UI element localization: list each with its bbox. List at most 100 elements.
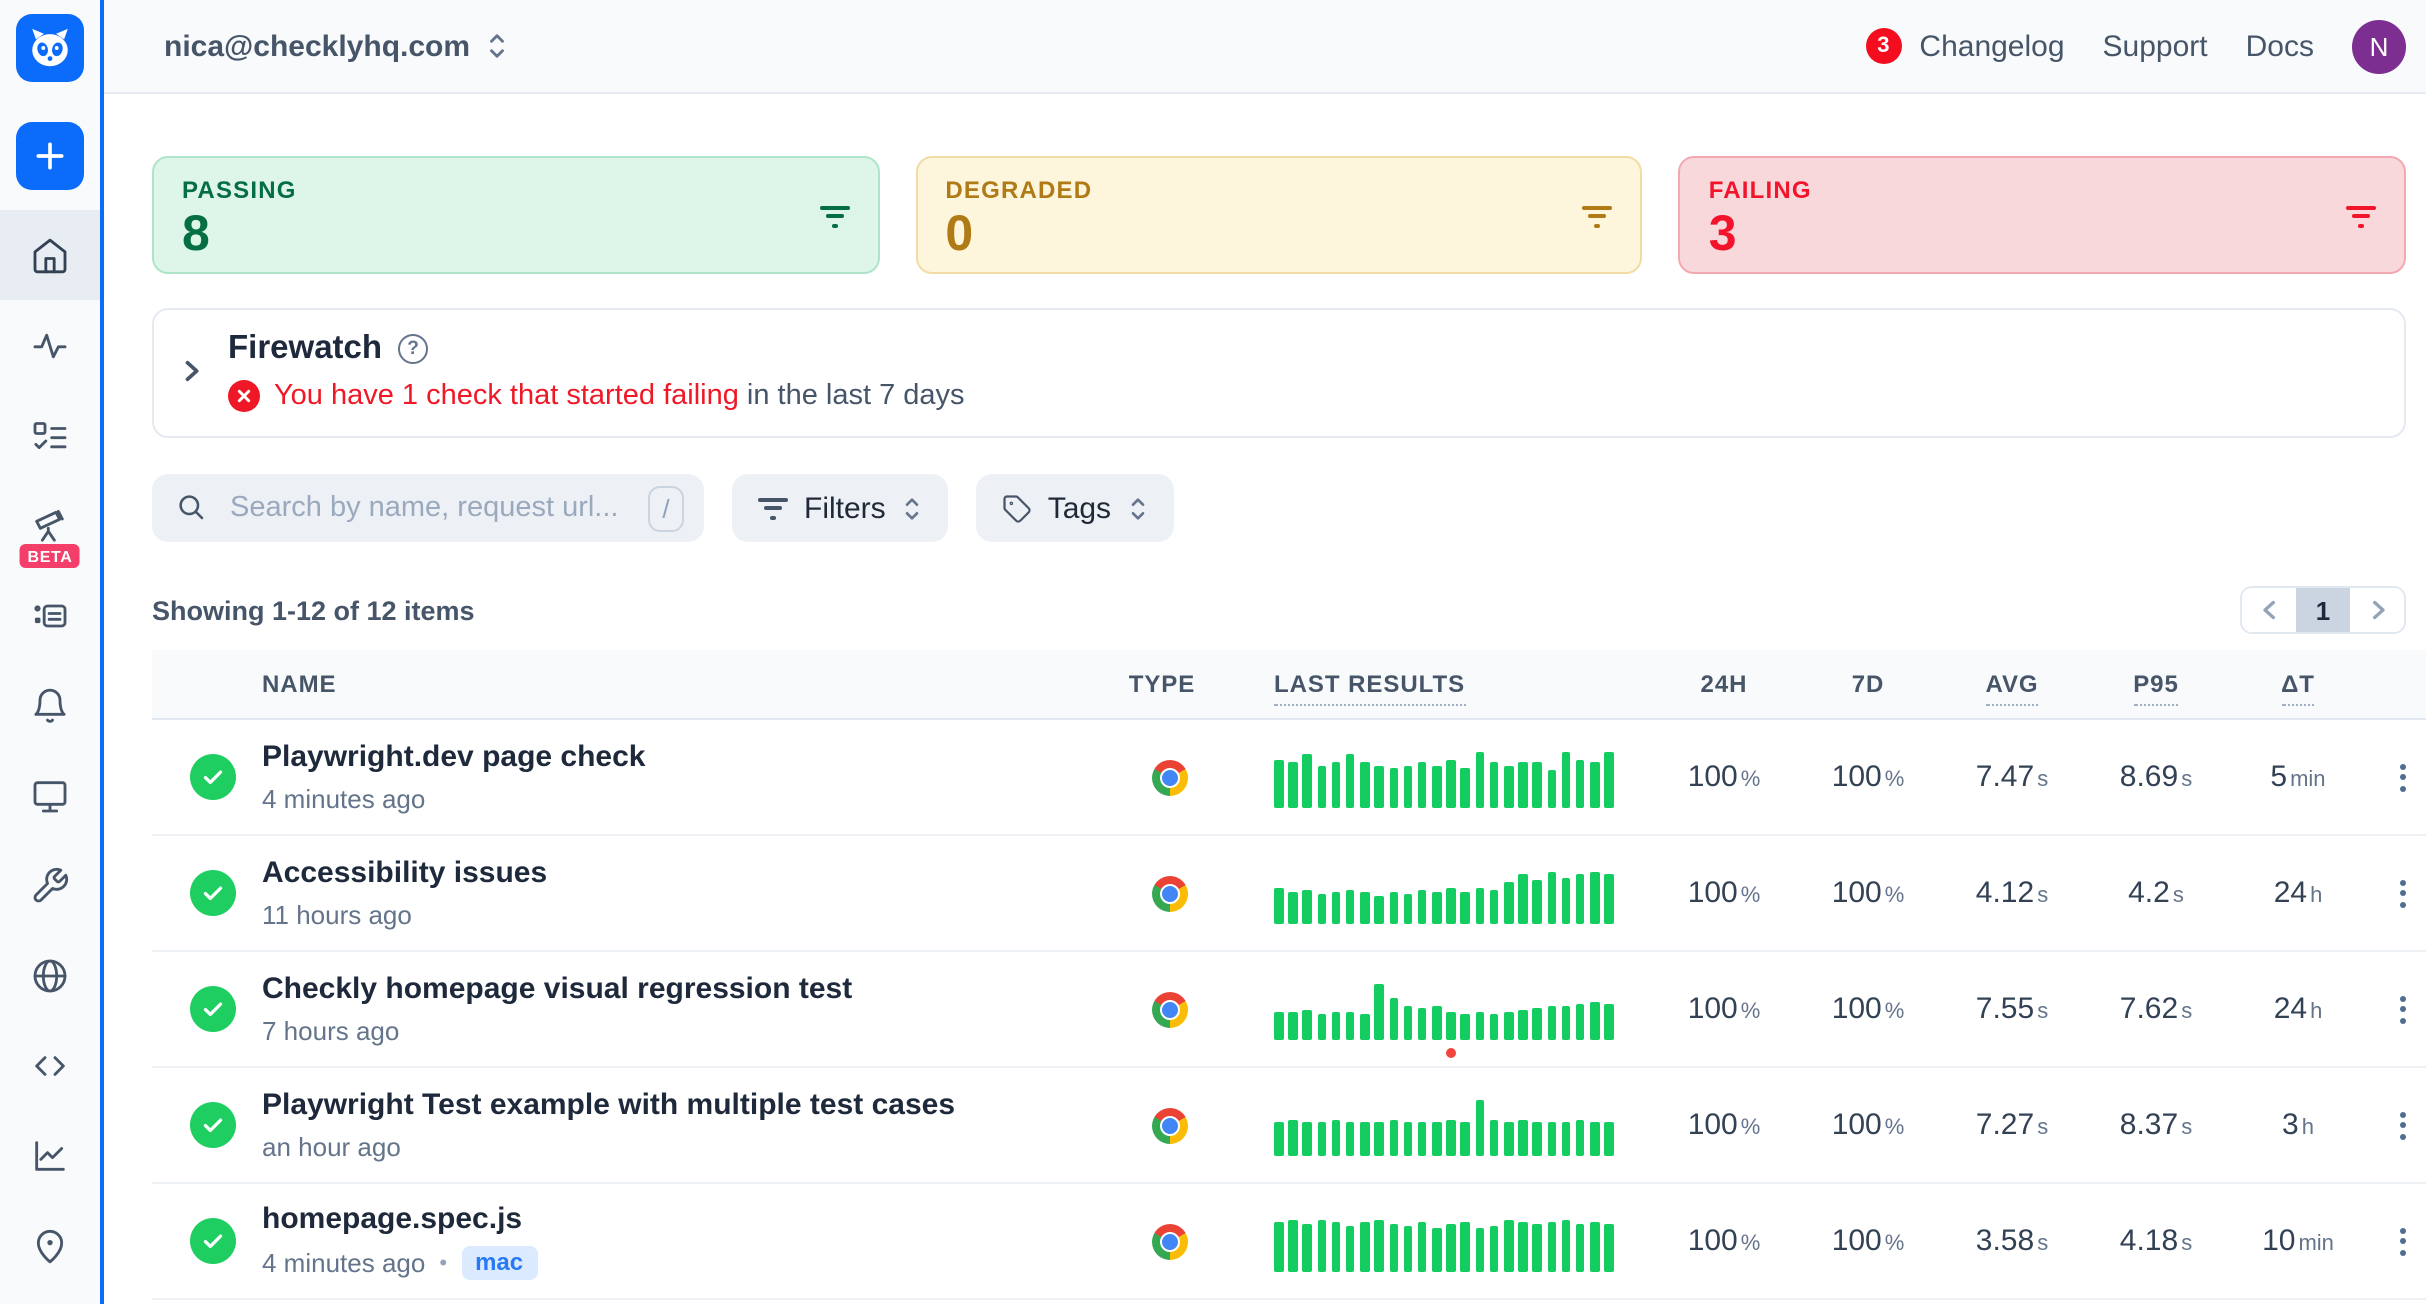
check-name[interactable]: Playwright.dev page check: [262, 740, 1102, 776]
filter-icon[interactable]: [1583, 205, 1613, 227]
result-bar[interactable]: [1562, 878, 1571, 923]
check-name[interactable]: homepage.spec.js: [262, 1202, 1102, 1238]
result-bar[interactable]: [1590, 1121, 1599, 1155]
sidebar-item-dashboards[interactable]: [0, 750, 100, 840]
result-bar[interactable]: [1533, 1008, 1542, 1039]
result-bar[interactable]: [1303, 1010, 1312, 1039]
result-bar[interactable]: [1461, 892, 1470, 923]
header-type[interactable]: TYPE: [1102, 670, 1222, 698]
row-menu-button[interactable]: [2394, 873, 2412, 913]
table-row[interactable]: homepage.spec.js 4 minutes ago • mac 100…: [152, 1184, 2426, 1300]
result-bar[interactable]: [1562, 751, 1571, 807]
sidebar-item-locations[interactable]: [0, 1200, 100, 1290]
result-bar[interactable]: [1303, 889, 1312, 923]
result-bar[interactable]: [1375, 983, 1384, 1039]
sidebar-item-alerts[interactable]: [0, 660, 100, 750]
result-bar[interactable]: [1590, 871, 1599, 923]
result-bar[interactable]: [1332, 1222, 1341, 1271]
result-bar[interactable]: [1389, 999, 1398, 1039]
result-bar[interactable]: [1533, 1121, 1542, 1155]
result-bar[interactable]: [1447, 888, 1456, 923]
result-bar[interactable]: [1605, 875, 1614, 923]
result-bar[interactable]: [1461, 768, 1470, 807]
result-bar[interactable]: [1288, 1012, 1297, 1039]
table-row[interactable]: Checkly homepage visual regression test …: [152, 952, 2426, 1068]
header-last-results[interactable]: LAST RESULTS: [1222, 670, 1652, 698]
result-bar[interactable]: [1547, 1123, 1556, 1155]
result-bar[interactable]: [1576, 1120, 1585, 1155]
result-bar[interactable]: [1518, 875, 1527, 923]
result-bar[interactable]: [1590, 762, 1599, 807]
result-bar[interactable]: [1317, 765, 1326, 807]
result-bar[interactable]: [1590, 1222, 1599, 1271]
result-bar[interactable]: [1518, 1010, 1527, 1039]
header-name[interactable]: NAME: [262, 670, 1102, 698]
result-bar[interactable]: [1432, 767, 1441, 807]
passing-card[interactable]: PASSING 8: [152, 156, 879, 274]
result-bar[interactable]: [1288, 892, 1297, 923]
result-bar[interactable]: [1547, 873, 1556, 923]
result-bar[interactable]: [1274, 888, 1283, 923]
row-menu-button[interactable]: [2394, 1105, 2412, 1145]
firewatch-alert-strong[interactable]: You have 1 check that started failing: [274, 380, 739, 412]
result-bar[interactable]: [1303, 1123, 1312, 1155]
result-bar[interactable]: [1317, 1014, 1326, 1039]
result-bar[interactable]: [1418, 1123, 1427, 1155]
result-bar[interactable]: [1274, 1012, 1283, 1039]
result-bar[interactable]: [1475, 1012, 1484, 1039]
result-bar[interactable]: [1461, 1222, 1470, 1271]
next-page-button[interactable]: [2350, 588, 2404, 632]
result-bar[interactable]: [1346, 1225, 1355, 1271]
result-bar[interactable]: [1317, 1219, 1326, 1271]
result-bar[interactable]: [1274, 1121, 1283, 1155]
result-bar[interactable]: [1562, 1121, 1571, 1155]
result-bar[interactable]: [1403, 1005, 1412, 1039]
result-bar[interactable]: [1576, 759, 1585, 807]
header-7d[interactable]: 7D: [1796, 670, 1940, 698]
result-bar[interactable]: [1504, 1219, 1513, 1271]
result-bar[interactable]: [1360, 1014, 1369, 1039]
result-bar[interactable]: [1562, 1219, 1571, 1271]
sidebar-item-analytics[interactable]: [0, 1110, 100, 1200]
result-bar[interactable]: [1576, 875, 1585, 923]
result-bar[interactable]: [1461, 1121, 1470, 1155]
result-bar[interactable]: [1403, 1121, 1412, 1155]
result-bar[interactable]: [1547, 1005, 1556, 1039]
sidebar-item-home[interactable]: [0, 210, 100, 300]
result-bar[interactable]: [1504, 765, 1513, 807]
result-bar[interactable]: [1490, 891, 1499, 923]
result-bar[interactable]: [1447, 1012, 1456, 1039]
result-bar[interactable]: [1533, 762, 1542, 807]
header-24h[interactable]: 24H: [1652, 670, 1796, 698]
result-bar[interactable]: [1403, 765, 1412, 807]
result-bar[interactable]: [1375, 765, 1384, 807]
result-bar[interactable]: [1389, 1224, 1398, 1271]
result-bar[interactable]: [1288, 1221, 1297, 1271]
result-bar[interactable]: [1360, 762, 1369, 807]
create-new-button[interactable]: [16, 122, 84, 190]
result-bar[interactable]: [1605, 1123, 1614, 1155]
sidebar-item-monitoring[interactable]: [0, 300, 100, 390]
result-bar[interactable]: [1418, 762, 1427, 807]
expand-chevron-icon[interactable]: [182, 360, 204, 382]
result-bar[interactable]: [1288, 762, 1297, 807]
result-bar[interactable]: [1447, 1120, 1456, 1155]
result-bar[interactable]: [1288, 1120, 1297, 1155]
sidebar-item-private-locations[interactable]: [0, 930, 100, 1020]
result-bar[interactable]: [1533, 880, 1542, 923]
sidebar-item-snippets[interactable]: [0, 1020, 100, 1110]
result-bar[interactable]: [1274, 1222, 1283, 1271]
result-bar[interactable]: [1490, 1014, 1499, 1039]
current-page[interactable]: 1: [2296, 588, 2350, 632]
result-bar[interactable]: [1317, 1121, 1326, 1155]
result-bar[interactable]: [1432, 1121, 1441, 1155]
result-bar[interactable]: [1547, 771, 1556, 807]
failing-card[interactable]: FAILING 3: [1679, 156, 2406, 274]
failed-result-dot[interactable]: [1446, 1047, 1456, 1057]
result-bar[interactable]: [1547, 1222, 1556, 1271]
result-bar[interactable]: [1375, 895, 1384, 923]
sidebar-item-runtimes[interactable]: [0, 570, 100, 660]
prev-page-button[interactable]: [2242, 588, 2296, 632]
result-bar[interactable]: [1346, 889, 1355, 923]
table-row[interactable]: Playwright.dev page check 4 minutes ago …: [152, 720, 2426, 836]
